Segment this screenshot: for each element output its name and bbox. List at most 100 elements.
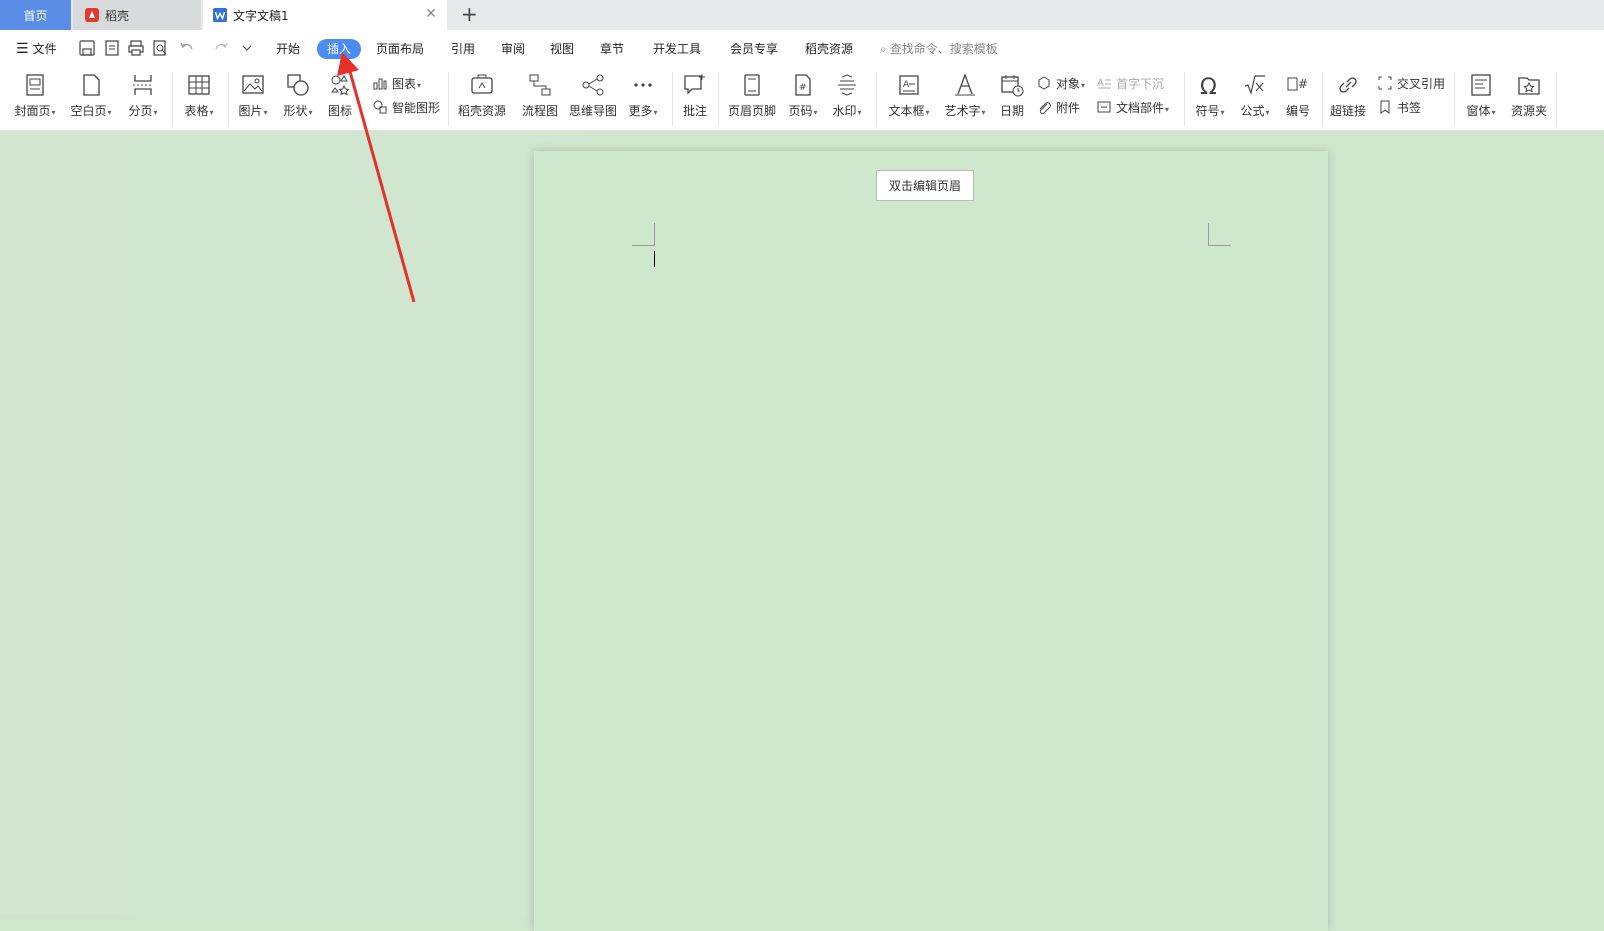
mindmap-button[interactable]: 思维导图 [566,70,620,126]
bookmark-label: 书签 [1397,100,1422,115]
menu-daoke-resources[interactable]: 稻壳资源 [805,39,853,59]
print-preview-icon[interactable] [151,39,169,57]
cover-page-icon [26,74,44,96]
picture-icon [242,75,264,94]
chart-button[interactable]: 图表 [372,74,421,92]
cross-reference-label: 交叉引用 [1397,76,1446,91]
object-button[interactable]: 对象 [1036,74,1085,92]
attachment-label: 附件 [1056,100,1081,115]
daoke-resource-button[interactable]: 稻壳资源 [455,70,509,126]
svg-text:#: # [1298,77,1308,91]
document-page[interactable]: 双击编辑页眉 [534,151,1328,931]
textbox-icon: A [899,75,919,95]
mindmap-icon [582,74,604,96]
blank-page-label: 空白页 [64,102,118,119]
numbering-button[interactable]: # 编号 [1271,70,1325,126]
menu-member[interactable]: 会员专享 [730,39,778,59]
cross-reference-icon [1378,76,1392,90]
daoke-resource-icon [471,74,493,94]
textbox-button[interactable]: A 文本框 [882,70,936,126]
page-break-label: 分页 [116,102,170,119]
wordart-icon [955,73,975,96]
table-button[interactable]: 表格 [172,70,226,126]
header-edit-hint[interactable]: 双击编辑页眉 [876,170,975,201]
cross-reference-button[interactable]: 交叉引用 [1377,74,1445,92]
svg-text:A: A [1097,78,1104,89]
tab-home[interactable]: 首页 [0,0,71,30]
undo-icon[interactable] [178,39,196,57]
smartart-icon [373,100,387,114]
writer-logo-icon [213,8,227,22]
comment-label: 批注 [682,104,707,118]
page-break-icon [133,75,153,95]
menu-review[interactable]: 审阅 [501,39,525,59]
object-label: 对象 [1056,75,1085,92]
daoke-logo-icon [85,8,99,22]
save-icon[interactable] [78,39,96,57]
daoke-resource-label: 稻壳资源 [457,104,506,118]
resources-button[interactable]: 资源夹 [1502,70,1556,126]
margin-corner-top-right [1208,223,1231,246]
hyperlink-button[interactable]: 超链接 [1321,70,1375,126]
page-break-button[interactable]: 分页 [116,70,170,126]
menu-start[interactable]: 开始 [276,39,300,59]
command-search[interactable]: ⌕ 查找命令、搜索模板 [880,39,998,59]
form-button[interactable]: 窗体 [1454,70,1508,126]
tab-document[interactable]: 文字文稿1 ✕ [203,0,447,30]
file-menu[interactable]: ☰ 文件 [16,39,57,59]
tab-daoke[interactable]: 稻壳 [73,0,201,30]
cover-page-button[interactable]: 封面页 [8,70,62,126]
tab-bar: 首页 稻壳 文字文稿1 ✕ + [0,0,1604,30]
watermark-button[interactable]: 水印 [820,70,874,126]
numbering-icon: # [1287,77,1308,91]
tab-daoke-label: 稻壳 [105,8,130,23]
svg-text:#: # [799,83,807,93]
blank-page-button[interactable]: 空白页 [64,70,118,126]
comment-icon [684,74,705,95]
flowchart-label: 流程图 [521,104,558,118]
calendar-icon [1001,75,1024,97]
new-tab-button[interactable]: + [461,3,478,25]
doc-parts-button[interactable]: 文档部件 [1096,98,1169,116]
insert-ribbon: 封面页 空白页 分页 表格 图片 形状 图标 图表 智能图形 稻壳资源 流程 [0,68,1604,131]
table-icon [188,75,210,95]
doc-parts-label: 文档部件 [1116,99,1169,116]
header-footer-button[interactable]: 页眉页脚 [725,70,779,126]
menu-page-layout[interactable]: 页面布局 [376,39,424,59]
wordart-button[interactable]: 艺术字 [938,70,992,126]
menu-developer[interactable]: 开发工具 [653,39,701,59]
close-tab-icon[interactable]: ✕ [425,7,437,21]
search-icon: ⌕ [880,42,887,56]
menu-references[interactable]: 引用 [451,39,475,59]
date-button[interactable]: 日期 [985,70,1039,126]
bookmark-button[interactable]: 书签 [1377,98,1421,116]
customize-dropdown-icon[interactable] [238,39,256,57]
textbox-label: 文本框 [882,102,936,119]
menu-chapter[interactable]: 章节 [600,39,624,59]
watermark-icon [838,74,856,96]
date-label: 日期 [999,104,1024,118]
attachment-button[interactable]: 附件 [1036,98,1080,116]
bookmark-icon [1380,100,1390,114]
wordart-label: 艺术字 [938,102,992,119]
icon-library-icon [331,75,350,96]
comment-button[interactable]: 批注 [668,70,722,126]
resources-label: 资源夹 [1510,104,1547,118]
drop-cap-button[interactable]: A 首字下沉 [1096,74,1164,92]
redo-icon[interactable] [212,39,230,57]
omega-icon: Ω [1200,75,1217,98]
hyperlink-label: 超链接 [1329,104,1366,118]
menu-view[interactable]: 视图 [550,39,574,59]
icon-library-button[interactable]: 图标 [313,70,367,126]
ribbon-separator [1556,72,1557,126]
more-button[interactable]: 更多 [616,70,670,126]
smartart-button[interactable]: 智能图形 [372,98,440,116]
header-footer-icon [744,74,760,96]
flowchart-button[interactable]: 流程图 [513,70,567,126]
menu-insert[interactable]: 插入 [317,39,362,59]
form-icon [1471,74,1491,96]
doc-parts-icon [1097,101,1111,113]
export-pdf-icon[interactable] [103,39,121,57]
ribbon-separator [718,72,719,126]
print-icon[interactable] [127,39,145,57]
